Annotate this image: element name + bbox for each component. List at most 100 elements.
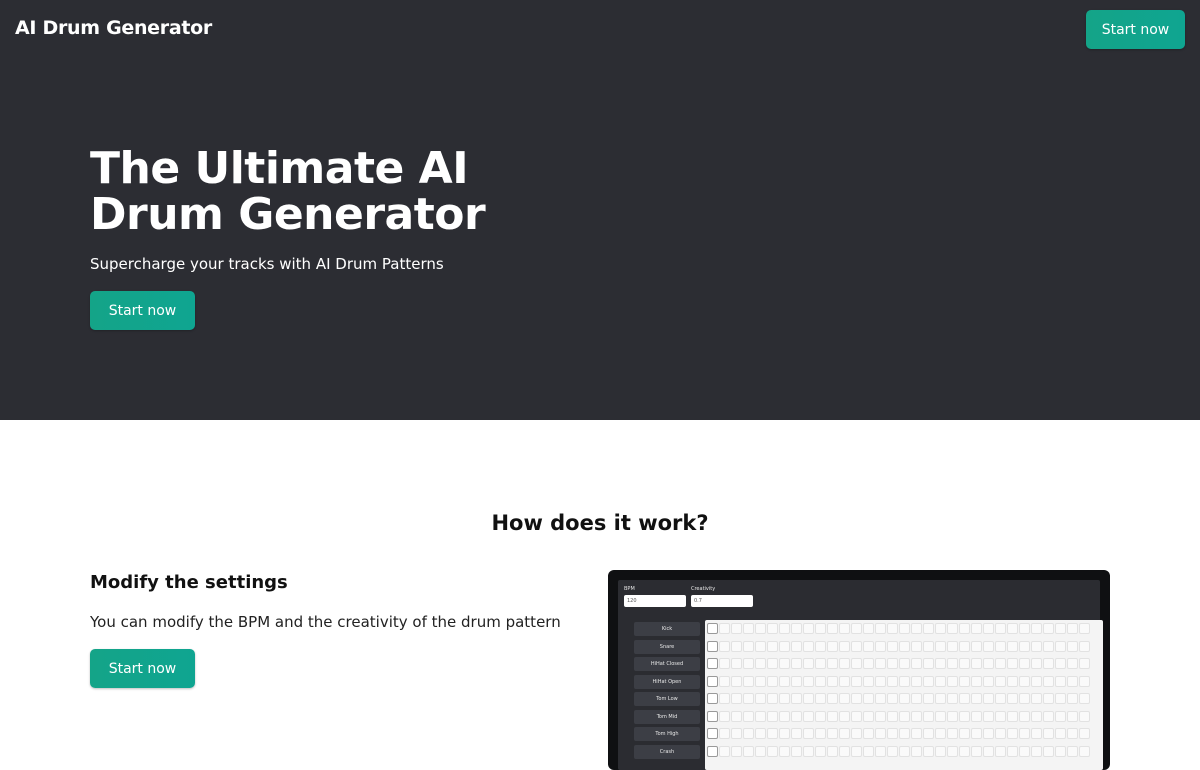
step-cell	[935, 675, 946, 687]
step-cell	[719, 640, 730, 652]
step-cell	[851, 710, 862, 722]
step-cell	[719, 710, 730, 722]
step-cell	[935, 640, 946, 652]
step-cell	[1019, 745, 1030, 757]
step-cell	[743, 710, 754, 722]
step-cell	[1031, 728, 1042, 739]
step-cell	[851, 658, 862, 669]
step-cell	[779, 623, 790, 634]
pattern-row	[705, 710, 1103, 724]
step-cell	[995, 728, 1006, 739]
step-cell	[791, 623, 802, 634]
step-cell	[851, 728, 862, 739]
bpm-label: BPM	[624, 586, 635, 592]
step-cell	[767, 675, 778, 687]
step-cell	[971, 728, 982, 739]
step-cell	[1055, 623, 1066, 634]
step-cell	[839, 693, 850, 704]
step-cell	[899, 640, 910, 652]
step-start-now-button[interactable]: Start now	[90, 649, 195, 688]
step-cell	[863, 745, 874, 757]
step-cell	[995, 675, 1006, 687]
step-cell	[1079, 640, 1090, 652]
step-cell	[863, 640, 874, 652]
step-cell	[995, 623, 1006, 634]
step-cell	[887, 640, 898, 652]
step-cell	[959, 640, 970, 652]
step-cell	[1079, 728, 1090, 739]
hero-start-now-button[interactable]: Start now	[90, 291, 195, 330]
step-cell	[779, 675, 790, 687]
step-cell	[1043, 745, 1054, 757]
step-cell	[1079, 710, 1090, 722]
step-cell	[875, 623, 886, 634]
step-cell	[767, 658, 778, 669]
step-cell	[779, 745, 790, 757]
step-cell	[767, 623, 778, 634]
step-cell	[1079, 745, 1090, 757]
step-cell	[947, 728, 958, 739]
step-cell	[839, 728, 850, 739]
step-cell	[791, 745, 802, 757]
step-cell	[1067, 658, 1078, 669]
step-cell	[1007, 675, 1018, 687]
brand-logo[interactable]: AI Drum Generator	[15, 17, 212, 39]
step-cell	[959, 675, 970, 687]
step-cell	[779, 710, 790, 722]
step-cell	[779, 658, 790, 669]
step-cell	[911, 710, 922, 722]
step-cell	[1031, 623, 1042, 634]
step-cell	[815, 675, 826, 687]
step-cell	[959, 623, 970, 634]
step-cell	[1019, 623, 1030, 634]
step-cell	[791, 658, 802, 669]
step-cell	[1007, 640, 1018, 652]
step-cell	[947, 675, 958, 687]
step-cell	[971, 623, 982, 634]
step-cell	[1055, 675, 1066, 687]
step-cell	[815, 640, 826, 652]
hero-section: AI Drum Generator Start now The Ultimate…	[0, 0, 1200, 420]
step-cell	[1079, 675, 1090, 687]
step-cell	[959, 710, 970, 722]
step-cell	[959, 728, 970, 739]
step-cell	[887, 623, 898, 634]
step-cell	[851, 675, 862, 687]
step-cell	[731, 675, 742, 687]
step-cell	[827, 728, 838, 739]
step-cell	[923, 745, 934, 757]
step-cell	[863, 623, 874, 634]
step-cell	[971, 693, 982, 704]
step-cell	[947, 658, 958, 669]
step-cell	[1007, 658, 1018, 669]
step-cell	[911, 745, 922, 757]
step-cell	[1031, 675, 1042, 687]
step-cell	[1007, 710, 1018, 722]
step-cell	[1043, 693, 1054, 704]
step-cell	[935, 693, 946, 704]
step-cell	[1055, 658, 1066, 669]
step-cell	[803, 745, 814, 757]
step-cell	[923, 728, 934, 739]
step-cell	[875, 728, 886, 739]
nav-start-now-button[interactable]: Start now	[1086, 10, 1185, 49]
step-cell	[1067, 693, 1078, 704]
step-cell	[911, 675, 922, 687]
step-cell	[959, 658, 970, 669]
pattern-row	[705, 675, 1103, 689]
track-label: Kick	[634, 622, 700, 636]
step-cell	[767, 693, 778, 704]
step-cell	[731, 728, 742, 739]
step-cell	[839, 658, 850, 669]
step-cell	[803, 710, 814, 722]
step-cell	[959, 745, 970, 757]
step-cell	[1019, 658, 1030, 669]
step-cell	[935, 728, 946, 739]
step-cell	[803, 623, 814, 634]
step-cell	[1031, 658, 1042, 669]
step-cell	[983, 640, 994, 652]
step-cell	[935, 745, 946, 757]
track-label: HiHat Closed	[634, 657, 700, 671]
step-cell	[1055, 728, 1066, 739]
step-cell	[899, 658, 910, 669]
